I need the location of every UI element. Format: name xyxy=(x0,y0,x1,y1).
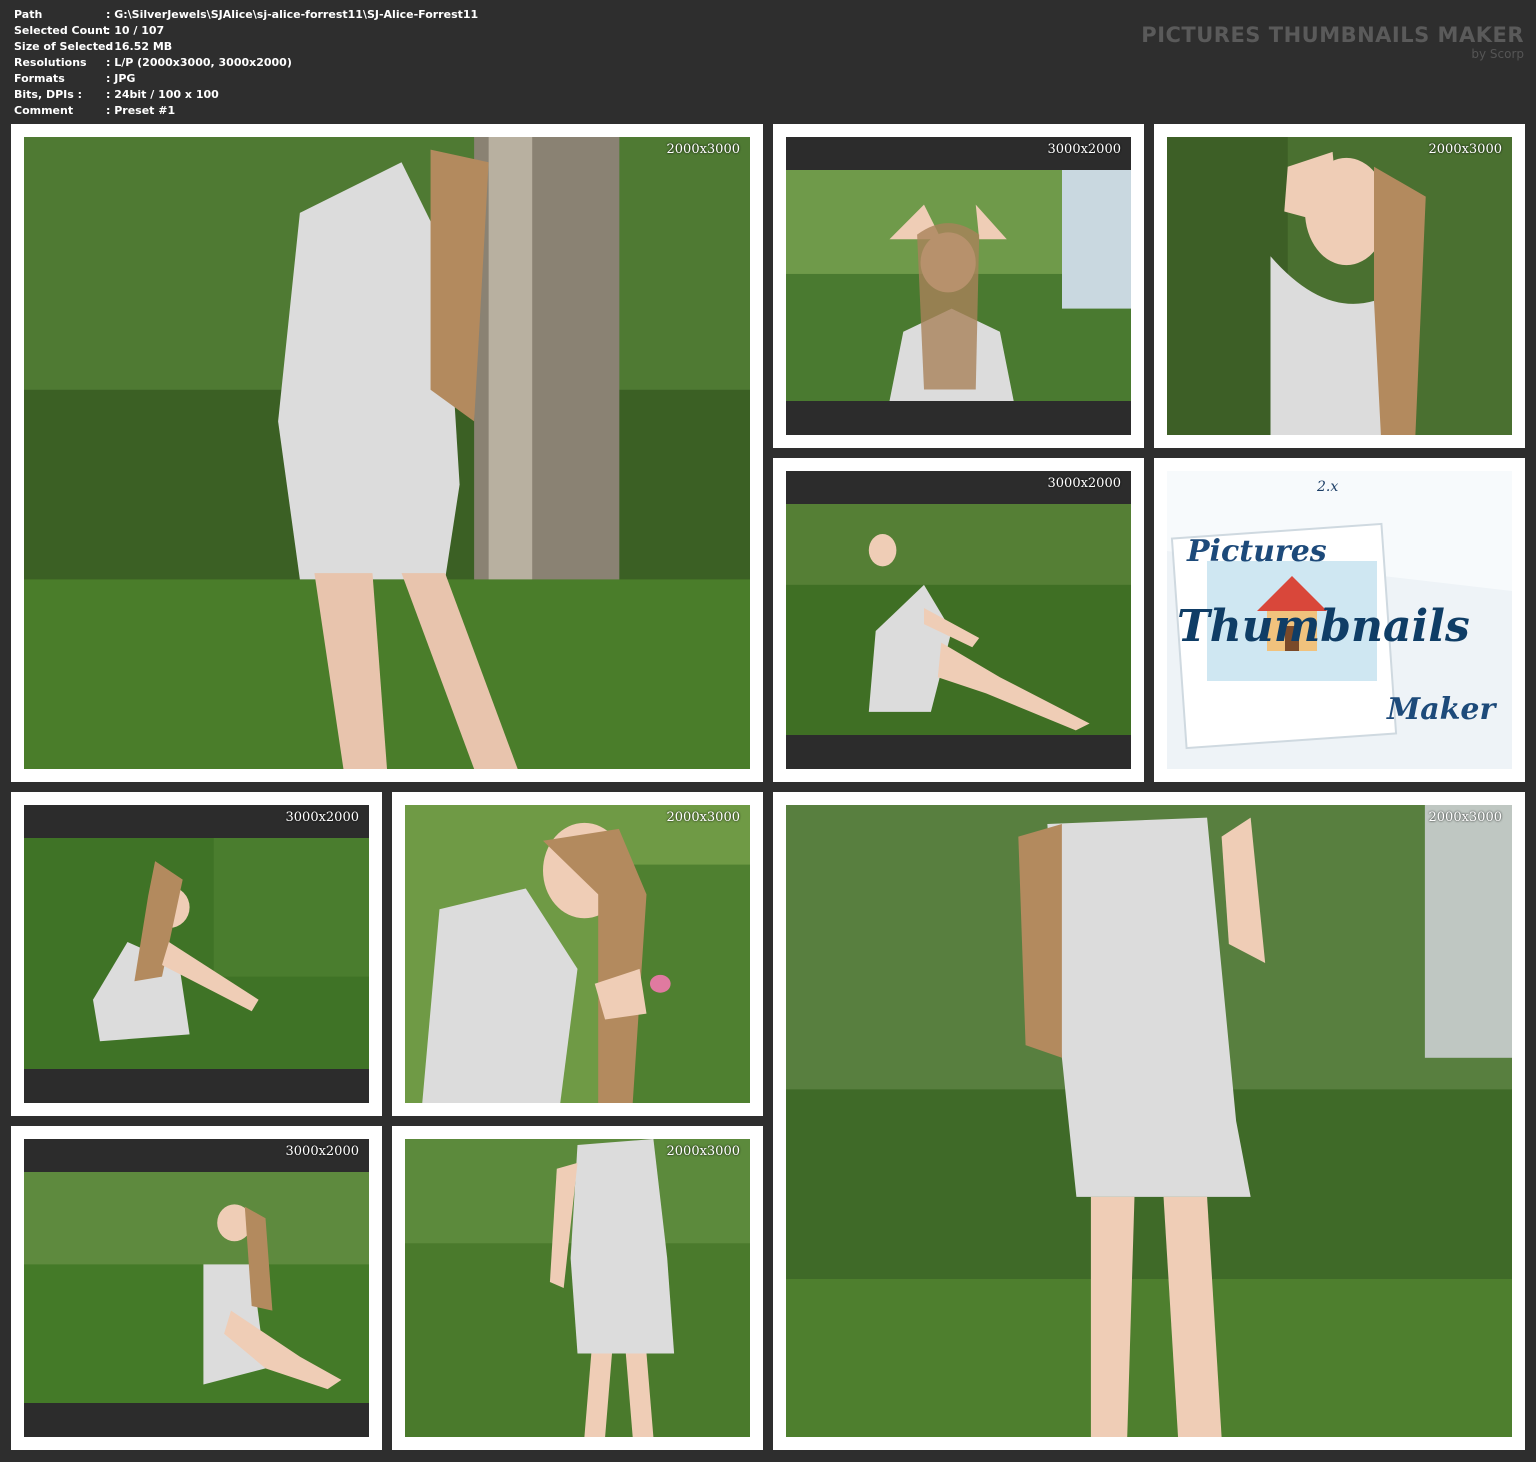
info-label: Resolutions xyxy=(14,56,87,69)
brand-watermark: PICTURES THUMBNAILS MAKER by Scorp xyxy=(1141,22,1524,60)
resolution-label: 3000x2000 xyxy=(285,1144,360,1159)
info-value: : 16.52 MB xyxy=(106,40,173,53)
thumbnail-photo: 2000x3000 xyxy=(786,805,1512,1437)
thumbnail-photo: 2000x3000 xyxy=(405,1139,750,1437)
photo-image xyxy=(786,805,1512,1437)
photo-scene xyxy=(786,805,1512,1437)
thumbnail-7[interactable]: 2000x3000 xyxy=(392,792,763,1116)
photo-image xyxy=(786,504,1131,735)
photo-image xyxy=(786,170,1131,401)
brand-title: PICTURES THUMBNAILS MAKER xyxy=(1141,23,1524,47)
thumbnail-photo: 3000x2000 xyxy=(24,1139,369,1437)
info-value: : JPG xyxy=(106,72,136,85)
thumbnail-photo: 2000x3000 xyxy=(405,805,750,1103)
resolution-label: 3000x2000 xyxy=(1047,142,1122,157)
logo-word-1: Pictures xyxy=(1186,534,1327,569)
info-value: : Preset #1 xyxy=(106,104,176,117)
photo-image xyxy=(405,805,750,1103)
photo-scene xyxy=(24,137,750,769)
thumbnail-photo: 2000x3000 xyxy=(1167,137,1512,435)
info-label: Bits, DPIs : xyxy=(14,88,83,101)
info-row-path: Path : G:\SilverJewels\SJAlice\sj-alice-f… xyxy=(14,7,478,23)
resolution-label: 2000x3000 xyxy=(666,142,741,157)
thumbnail-photo: 2.x Pictures Thumbnails Maker xyxy=(1167,471,1512,769)
thumbnail-6[interactable]: 3000x2000 xyxy=(11,792,382,1116)
photo-scene xyxy=(786,170,1131,401)
thumbnail-1[interactable]: 2000x3000 xyxy=(11,124,763,782)
resolution-label: 2000x3000 xyxy=(666,810,741,825)
resolution-label: 2000x3000 xyxy=(1428,810,1503,825)
thumbnail-8[interactable]: 2000x3000 xyxy=(773,792,1525,1450)
info-row-size: Size of Selected: 16.52 MB xyxy=(14,39,172,55)
resolution-label: 3000x2000 xyxy=(1047,476,1122,491)
photo-image xyxy=(405,1139,750,1437)
info-label: Path xyxy=(14,8,43,21)
info-row-comment: Comment : Preset #1 xyxy=(14,103,175,119)
thumbnail-5-logo[interactable]: 2.x Pictures Thumbnails Maker xyxy=(1154,458,1525,782)
photo-scene xyxy=(405,805,750,1103)
info-label: Size of Selected xyxy=(14,40,114,53)
info-value: : 10 / 107 xyxy=(106,24,165,37)
photo-image xyxy=(24,838,369,1069)
logo-version: 2.x xyxy=(1316,479,1338,495)
brand-subtitle: by Scorp xyxy=(1471,47,1524,61)
thumbnail-9[interactable]: 3000x2000 xyxy=(11,1126,382,1450)
logo-image: 2.x Pictures Thumbnails Maker xyxy=(1167,471,1512,769)
photo-image xyxy=(1167,137,1512,435)
photo-scene xyxy=(405,1139,750,1437)
thumbnail-photo: 3000x2000 xyxy=(24,805,369,1103)
thumbnail-3[interactable]: 2000x3000 xyxy=(1154,124,1525,448)
info-panel: Path : G:\SilverJewels\SJAlice\sj-alice-f… xyxy=(14,7,478,119)
info-label: Comment xyxy=(14,104,74,117)
info-value: : L/P (2000x3000, 3000x2000) xyxy=(106,56,292,69)
photo-image xyxy=(24,137,750,769)
info-row-formats: Formats : JPG xyxy=(14,71,135,87)
info-value: : G:\SilverJewels\SJAlice\sj-alice-forre… xyxy=(106,8,479,21)
resolution-label: 3000x2000 xyxy=(285,810,360,825)
resolution-label: 2000x3000 xyxy=(666,1144,741,1159)
logo-word-2: Thumbnails xyxy=(1177,601,1470,652)
thumbnail-photo: 3000x2000 xyxy=(786,471,1131,769)
photo-scene xyxy=(1167,137,1512,435)
info-value: : 24bit / 100 x 100 xyxy=(106,88,219,101)
info-row-bits: Bits, DPIs : : 24bit / 100 x 100 xyxy=(14,87,219,103)
logo-word-3: Maker xyxy=(1386,692,1498,727)
resolution-label: 2000x3000 xyxy=(1428,142,1503,157)
info-row-resolutions: Resolutions : L/P (2000x3000, 3000x2000) xyxy=(14,55,292,71)
thumbnail-10[interactable]: 2000x3000 xyxy=(392,1126,763,1450)
photo-image xyxy=(24,1172,369,1403)
photo-scene xyxy=(786,504,1131,735)
photo-scene xyxy=(24,838,369,1069)
photo-scene xyxy=(24,1172,369,1403)
thumbnail-4[interactable]: 3000x2000 xyxy=(773,458,1144,782)
info-label: Selected Count xyxy=(14,24,109,37)
info-label: Formats xyxy=(14,72,65,85)
info-row-count: Selected Count: 10 / 107 xyxy=(14,23,164,39)
thumbnail-photo: 3000x2000 xyxy=(786,137,1131,435)
thumbnail-photo: 2000x3000 xyxy=(24,137,750,769)
thumbnail-2[interactable]: 3000x2000 xyxy=(773,124,1144,448)
